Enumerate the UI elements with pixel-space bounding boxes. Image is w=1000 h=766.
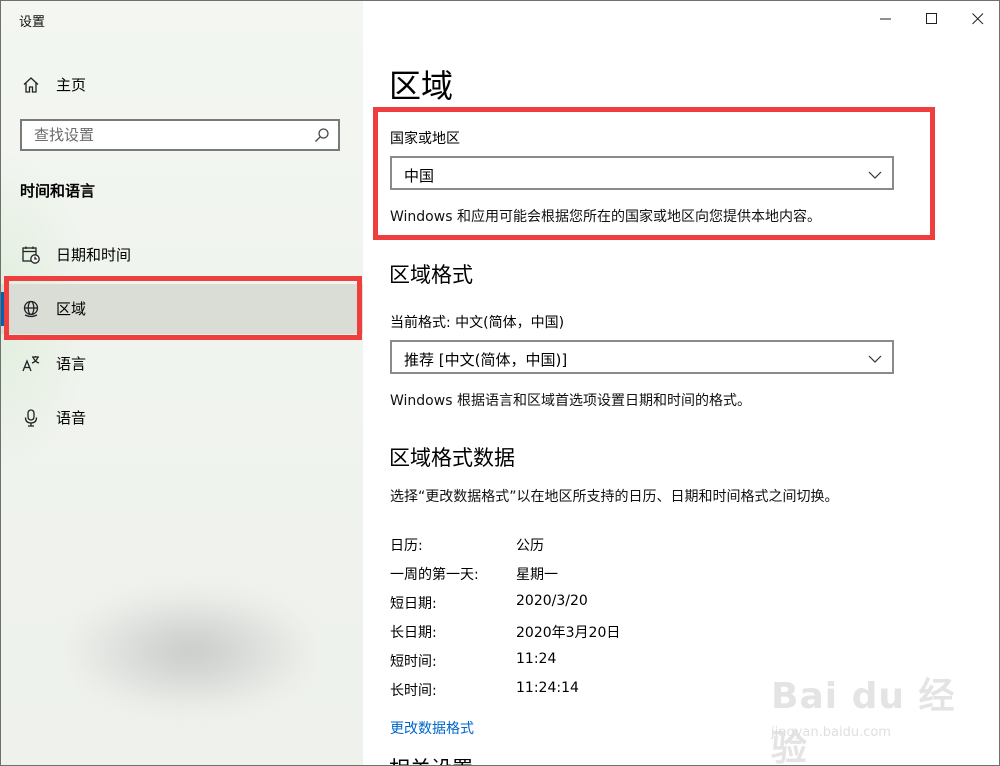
format-description: Windows 根据语言和区域首选项设置日期和时间的格式。 [390, 393, 751, 409]
country-label: 国家或地区 [390, 131, 460, 147]
window-controls [863, 1, 999, 37]
format-row-value: 11:24 [516, 651, 557, 667]
baidu-watermark: Bai du 经验 jingyan.baidu.com [771, 653, 991, 765]
format-row-key: 短日期: [390, 596, 437, 612]
settings-window: 设置 主页 时间和语言 [0, 0, 1000, 766]
format-row-short-date: 短日期: 2020/3/20 [390, 593, 790, 617]
format-row-value: 2020年3月20日 [516, 625, 621, 641]
page-title: 区域 [389, 67, 454, 105]
related-settings-heading: 相关设置 [389, 753, 473, 765]
app-title: 设置 [19, 15, 46, 30]
format-row-long-date: 长日期: 2020年3月20日 [390, 622, 790, 646]
close-button[interactable] [955, 1, 999, 37]
home-icon [21, 75, 41, 95]
country-description: Windows 和应用可能会根据您所在的国家或地区向您提供本地内容。 [390, 209, 821, 225]
sidebar-item-label: 日期和时间 [56, 246, 132, 264]
format-row-long-time: 长时间: 11:24:14 [390, 680, 790, 704]
chevron-down-icon [868, 351, 882, 365]
chevron-down-icon [868, 167, 882, 181]
sidebar-item-region[interactable]: 区域 [1, 284, 363, 334]
sidebar-item-speech[interactable]: 语音 [1, 393, 363, 443]
format-data-heading: 区域格式数据 [389, 446, 515, 470]
sidebar-item-date-time[interactable]: 日期和时间 [1, 230, 363, 280]
language-icon [21, 354, 41, 374]
microphone-icon [21, 408, 41, 428]
format-row-calendar: 日历: 公历 [390, 535, 790, 559]
maximize-icon [926, 13, 937, 24]
format-row-key: 长时间: [390, 683, 437, 699]
sidebar-item-label: 语言 [56, 355, 87, 373]
region-format-dropdown[interactable]: 推荐 [中文(简体，中国)] [390, 340, 894, 374]
minimize-button[interactable] [863, 1, 909, 37]
search-box[interactable] [20, 119, 340, 151]
region-format-dropdown-value: 推荐 [中文(简体，中国)] [404, 351, 568, 369]
format-row-first-day: 一周的第一天: 星期一 [390, 564, 790, 588]
close-icon [972, 13, 984, 25]
globe-icon [21, 299, 41, 319]
search-icon[interactable] [314, 127, 330, 143]
format-row-value: 公历 [516, 538, 544, 554]
sidebar-item-home[interactable]: 主页 [1, 67, 363, 103]
sidebar-blur [71, 591, 311, 711]
format-row-key: 日历: [390, 538, 423, 554]
format-row-value: 11:24:14 [516, 680, 579, 696]
main-content: 区域 国家或地区 中国 Windows 和应用可能会根据您所在的国家或地区向您提… [363, 1, 999, 765]
selection-accent-bar [1, 292, 5, 326]
current-format-label: 当前格式: 中文(简体，中国) [390, 315, 565, 331]
sidebar: 设置 主页 时间和语言 [1, 1, 363, 765]
search-input[interactable] [22, 121, 314, 149]
sidebar-item-label: 语音 [56, 409, 87, 427]
country-dropdown[interactable]: 中国 [390, 156, 894, 190]
sidebar-section-title: 时间和语言 [20, 182, 96, 200]
sidebar-item-label: 区域 [56, 300, 87, 318]
watermark-text: Bai du 经验 [771, 676, 956, 766]
change-data-format-link[interactable]: 更改数据格式 [390, 718, 474, 738]
region-format-heading: 区域格式 [389, 263, 473, 287]
format-row-value: 星期一 [516, 567, 558, 583]
minimize-icon [880, 18, 891, 20]
format-row-key: 短时间: [390, 654, 437, 670]
watermark-subtext: jingyan.baidu.com [771, 725, 891, 740]
format-data-description: 选择“更改数据格式”以在地区所支持的日历、日期和时间格式之间切换。 [390, 489, 839, 505]
calendar-clock-icon [21, 245, 41, 265]
format-row-value: 2020/3/20 [516, 593, 588, 609]
sidebar-home-label: 主页 [56, 76, 87, 94]
country-dropdown-value: 中国 [404, 167, 435, 185]
format-row-key: 一周的第一天: [390, 567, 479, 583]
sidebar-item-language[interactable]: 语言 [1, 339, 363, 389]
format-row-key: 长日期: [390, 625, 437, 641]
maximize-button[interactable] [909, 1, 955, 37]
format-row-short-time: 短时间: 11:24 [390, 651, 790, 675]
